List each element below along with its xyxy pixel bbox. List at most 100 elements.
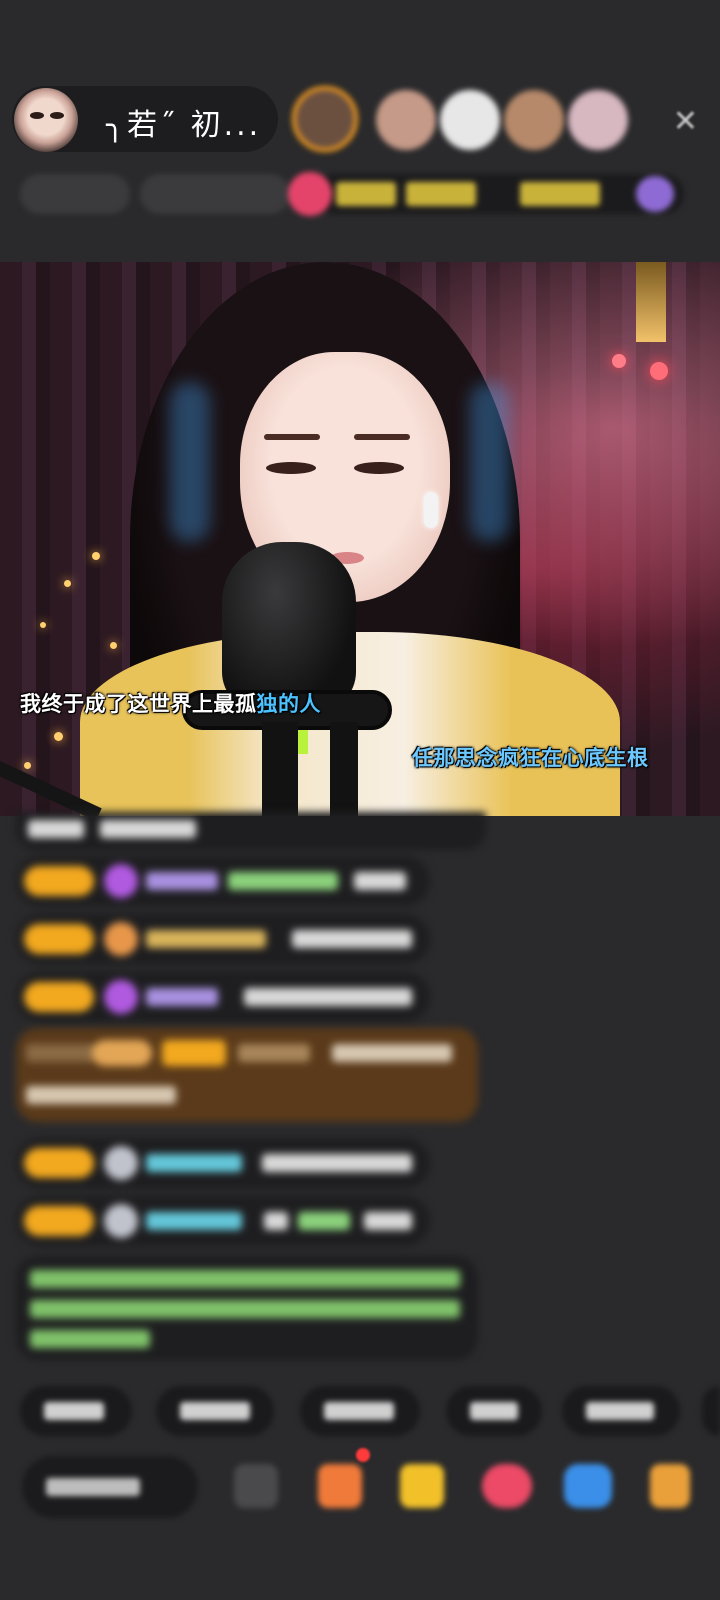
vip-badge (92, 1040, 152, 1066)
host-name: ╮若˝ 初... (106, 108, 262, 143)
quick-reply-label (586, 1402, 654, 1420)
rim-light (470, 382, 510, 542)
chat-text (364, 1212, 412, 1230)
level-badge (24, 924, 94, 954)
system-notice (16, 1256, 478, 1360)
more-icon[interactable] (234, 1464, 278, 1508)
quick-reply-button[interactable] (300, 1386, 420, 1436)
gift-box-icon[interactable] (650, 1464, 690, 1508)
avatar-eye (50, 112, 64, 119)
microphone-stand (330, 722, 358, 816)
chat-text (354, 872, 406, 890)
chat-text (244, 988, 412, 1006)
chat-username (298, 1212, 350, 1230)
fan-badge-icon (104, 980, 138, 1014)
banner-chip (336, 182, 396, 206)
rank-segment[interactable] (20, 174, 130, 214)
chat-text (292, 930, 412, 948)
microphone-stand (262, 722, 298, 816)
rank-bar[interactable] (20, 170, 700, 218)
chat-username (146, 988, 218, 1006)
chat-username (146, 872, 218, 890)
bokeh-light (64, 580, 71, 587)
host-avatar[interactable] (14, 88, 78, 152)
chat-username (146, 1154, 242, 1172)
viewer-avatar[interactable] (504, 90, 564, 150)
notice-text (30, 1330, 150, 1348)
quick-reply-label (180, 1402, 250, 1420)
game-icon[interactable] (564, 1464, 612, 1508)
rank-segment[interactable] (140, 174, 290, 214)
chat-username (238, 1044, 310, 1062)
quick-reply-button[interactable] (562, 1386, 680, 1436)
avatar-eye (30, 112, 44, 119)
viewer-avatar[interactable] (440, 90, 500, 150)
chat-text (262, 1154, 412, 1172)
chat-highlight-message[interactable] (16, 1028, 478, 1122)
chat-message[interactable] (16, 1196, 430, 1246)
chat-text (100, 820, 196, 838)
streamer-earring (424, 492, 438, 528)
live-video[interactable]: 我终于成了这世界上最孤独的人 任那思念疯狂在心底生根 (0, 262, 720, 816)
bokeh-light (40, 622, 46, 628)
fan-badge-icon (104, 922, 138, 956)
quick-reply-button[interactable] (446, 1386, 542, 1436)
bokeh-light (650, 362, 668, 380)
chat-text (26, 1044, 96, 1062)
chat-username (146, 1212, 242, 1230)
streamer-brow (264, 434, 320, 440)
host-info[interactable]: ╮若˝ 初... (12, 86, 278, 152)
bokeh-light (54, 732, 63, 741)
bokeh-light (24, 762, 31, 769)
quick-reply-button[interactable] (20, 1386, 132, 1436)
lyric-line: 任那思念疯狂在心底生根 (412, 746, 649, 770)
notice-text (30, 1270, 460, 1288)
bokeh-light (92, 552, 100, 560)
banner-chip (406, 182, 476, 206)
viewer-avatar[interactable] (292, 86, 358, 152)
heart-gift-icon[interactable] (482, 1464, 532, 1508)
chat-message[interactable] (16, 914, 430, 964)
level-badge (24, 866, 94, 896)
chat-message[interactable] (16, 856, 430, 906)
streamer-eye (266, 462, 316, 474)
banner-chip (520, 182, 600, 206)
chat-text (332, 1044, 452, 1062)
chat-input[interactable] (22, 1456, 198, 1518)
chat-message[interactable] (16, 812, 486, 850)
quick-reply-button[interactable] (702, 1386, 720, 1436)
bokeh-light (612, 354, 626, 368)
streamer-brow (354, 434, 410, 440)
fan-badge-icon (104, 864, 138, 898)
viewer-avatar[interactable] (376, 90, 436, 150)
quick-reply-button[interactable] (156, 1386, 274, 1436)
chat-username (146, 930, 266, 948)
quick-reply-label (324, 1402, 394, 1420)
chat-text (26, 1086, 176, 1104)
top-bar: ╮若˝ 初... ✕ (12, 86, 712, 156)
streamer-eye (354, 462, 404, 474)
fan-badge-icon (104, 1146, 138, 1180)
chat-message[interactable] (16, 972, 430, 1022)
close-icon[interactable]: ✕ (673, 104, 698, 139)
badge-icon (288, 172, 332, 216)
notice-text (30, 1300, 460, 1318)
chat-text (28, 820, 84, 838)
gift-icon[interactable] (318, 1464, 362, 1508)
level-badge (24, 982, 94, 1012)
rim-light (170, 382, 210, 542)
level-badge (24, 1148, 94, 1178)
bokeh-light (110, 642, 117, 649)
chat-feed[interactable] (0, 812, 720, 1360)
viewer-avatar[interactable] (568, 90, 628, 150)
reward-icon[interactable] (400, 1464, 444, 1508)
chat-message[interactable] (16, 1138, 430, 1188)
level-badge (162, 1040, 226, 1066)
lyric-line: 我终于成了这世界上最孤独的人 (20, 688, 321, 718)
lyric-highlight: 独的人 (256, 692, 321, 716)
level-badge (24, 1206, 94, 1236)
banner-icon (636, 176, 674, 212)
chat-input-placeholder (46, 1478, 140, 1496)
fan-badge-icon (104, 1204, 138, 1238)
notification-dot (356, 1448, 370, 1462)
